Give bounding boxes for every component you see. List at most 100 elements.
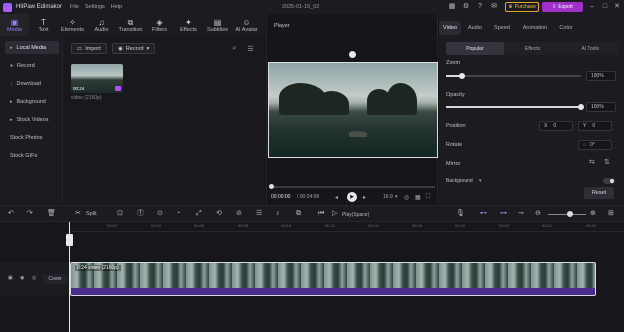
duplicate-icon[interactable]: ⧉	[296, 210, 301, 218]
maximize-icon[interactable]: □	[601, 3, 609, 11]
prev-frame-icon[interactable]: ◂	[335, 194, 338, 201]
speed-icon[interactable]: ◔	[176, 210, 180, 218]
import-button[interactable]: ▭ Import	[71, 43, 107, 54]
sidebar-item-download[interactable]: ↓ Download	[5, 77, 59, 90]
prev-icon[interactable]: ⏮	[318, 210, 324, 218]
position-x-field[interactable]: X0	[539, 121, 573, 131]
quality-icon[interactable]: ▦	[415, 194, 421, 201]
split-icon[interactable]: ✂	[75, 210, 81, 218]
chevron-down-icon[interactable]: ▾	[395, 194, 398, 200]
settings-icon[interactable]: ⚙	[462, 3, 470, 11]
menu-help[interactable]: Help	[111, 4, 122, 10]
rotate-handle-icon[interactable]	[349, 51, 356, 58]
sidebar-item-background[interactable]: ▸ Background	[5, 95, 59, 108]
video-clip[interactable]: 0:24 video (2160p)	[70, 262, 596, 296]
playhead-handle[interactable]	[66, 234, 73, 246]
undo-icon[interactable]: ↶	[8, 210, 14, 218]
redo-icon[interactable]: ↷	[27, 210, 33, 218]
sidebar-item-stock-photos[interactable]: Stock Photos	[5, 131, 59, 144]
timeline-zoom-handle[interactable]	[567, 211, 573, 217]
mirror-horizontal-icon[interactable]: ⇆	[589, 158, 595, 166]
aspect-ratio-select[interactable]: 16:9	[383, 194, 393, 200]
text-tool-icon[interactable]: Ⓣ	[137, 210, 144, 218]
sidebar-item-local-media[interactable]: ▸ Local Media	[5, 41, 59, 54]
play-timeline-icon[interactable]: ▷	[332, 210, 337, 218]
zoom-in-icon[interactable]: ⊕	[590, 210, 596, 218]
minimize-icon[interactable]: –	[588, 3, 596, 11]
export-button[interactable]: ⇪ Export	[542, 2, 583, 12]
transform-icon[interactable]: ⤢	[196, 210, 202, 218]
purchase-button[interactable]: ♛ Purchase	[505, 2, 539, 12]
play-button[interactable]: ▶	[347, 192, 357, 202]
opacity-slider[interactable]	[446, 104, 584, 110]
visibility-icon[interactable]: ◎	[32, 275, 36, 281]
fit-icon[interactable]: ⊞	[608, 210, 614, 218]
tab-effects[interactable]: ✦ Effects	[174, 14, 203, 36]
tab-elements[interactable]: ✧ Elements	[58, 14, 87, 36]
next-frame-icon[interactable]: ▸	[363, 194, 366, 201]
mask-icon[interactable]: ⊘	[236, 210, 242, 218]
search-icon[interactable]: ⌕	[229, 43, 240, 54]
sidebar-item-record[interactable]: ● Record	[5, 59, 59, 72]
cover-button[interactable]: Cover	[43, 274, 67, 284]
zoom-slider[interactable]	[446, 73, 581, 79]
tab-audio-props[interactable]: Audio	[461, 21, 489, 35]
fullscreen-icon[interactable]: ⛶	[426, 194, 430, 201]
tab-speed[interactable]: Speed	[489, 21, 515, 35]
lock-icon[interactable]: ▣	[8, 275, 13, 281]
reverse-icon[interactable]: ⟲	[216, 210, 222, 218]
delete-icon[interactable]: 🗑	[47, 210, 56, 218]
subtab-popular[interactable]: Popular	[446, 42, 504, 55]
media-thumbnail[interactable]: 00:24	[71, 64, 123, 93]
tab-ai-avatar[interactable]: ☺ AI Avatar	[232, 14, 261, 36]
link-icon[interactable]: ⊷	[480, 210, 487, 218]
menu-file[interactable]: File	[70, 4, 79, 10]
tab-animation[interactable]: Animation	[515, 21, 555, 35]
zoom-out-icon[interactable]: ⊖	[535, 210, 541, 218]
sidebar-item-stock-gifs[interactable]: Stock GIFs	[5, 149, 59, 162]
close-icon[interactable]: ✕	[613, 3, 621, 11]
feedback-icon[interactable]: ✉	[490, 3, 498, 11]
adjust-icon[interactable]: ☰	[256, 210, 262, 218]
crop-icon[interactable]: ⊡	[117, 210, 123, 218]
tab-filters[interactable]: ◈ Filters	[145, 14, 174, 36]
audio-track-icon[interactable]: ◉	[20, 275, 24, 281]
microphone-icon[interactable]: 🎙	[456, 210, 465, 218]
tab-text[interactable]: T Text	[29, 14, 58, 36]
record-button[interactable]: ◉ Record ▾	[112, 43, 156, 54]
subtab-effects[interactable]: Effects	[504, 42, 562, 55]
snap-icon[interactable]: ⊶	[500, 210, 507, 218]
reset-button[interactable]: Reset	[584, 187, 614, 199]
split-button[interactable]: Split	[86, 210, 97, 218]
connect-icon[interactable]: ⊸	[518, 210, 524, 218]
mute-icon[interactable]: ♪	[276, 210, 280, 218]
opacity-value-field[interactable]: 100%	[586, 102, 616, 112]
subtab-ai-tools[interactable]: AI Tools	[561, 42, 619, 55]
menu-settings[interactable]: Settings	[85, 4, 105, 10]
tab-color[interactable]: Color	[555, 21, 577, 35]
opacity-slider-handle[interactable]	[578, 104, 584, 110]
help-icon[interactable]: ?	[476, 3, 484, 11]
rotate-field[interactable]: ◌ 0°	[578, 140, 612, 150]
background-toggle[interactable]	[603, 178, 615, 184]
zoom-value-field[interactable]: 100%	[586, 71, 616, 81]
mirror-vertical-icon[interactable]: ⇅	[604, 158, 610, 166]
snapshot-icon[interactable]: ◎	[404, 194, 409, 201]
sidebar-item-stock-videos[interactable]: ▸ Stock Videos	[5, 113, 59, 126]
background-label: Background	[446, 178, 473, 184]
download-icon: ↓	[10, 80, 13, 87]
scrubber-handle[interactable]	[269, 184, 274, 189]
list-view-icon[interactable]: ☰	[245, 43, 256, 54]
tab-transition[interactable]: ⧉ Transition	[116, 14, 145, 36]
position-y-field[interactable]: Y0	[578, 121, 612, 131]
tab-media[interactable]: ▣ Media	[0, 14, 29, 36]
chevron-down-icon[interactable]: ▾	[479, 178, 482, 184]
freeze-icon[interactable]: ⊙	[157, 210, 163, 218]
zoom-slider-handle[interactable]	[459, 73, 466, 79]
tab-audio[interactable]: ♫ Audio	[87, 14, 116, 36]
tab-subtitles[interactable]: ▤ Subtitles	[203, 14, 232, 36]
player-scrubber[interactable]	[271, 186, 435, 188]
tab-video[interactable]: Video	[439, 21, 461, 35]
layout-icon[interactable]: ▦	[448, 3, 456, 11]
video-preview[interactable]	[268, 62, 438, 158]
